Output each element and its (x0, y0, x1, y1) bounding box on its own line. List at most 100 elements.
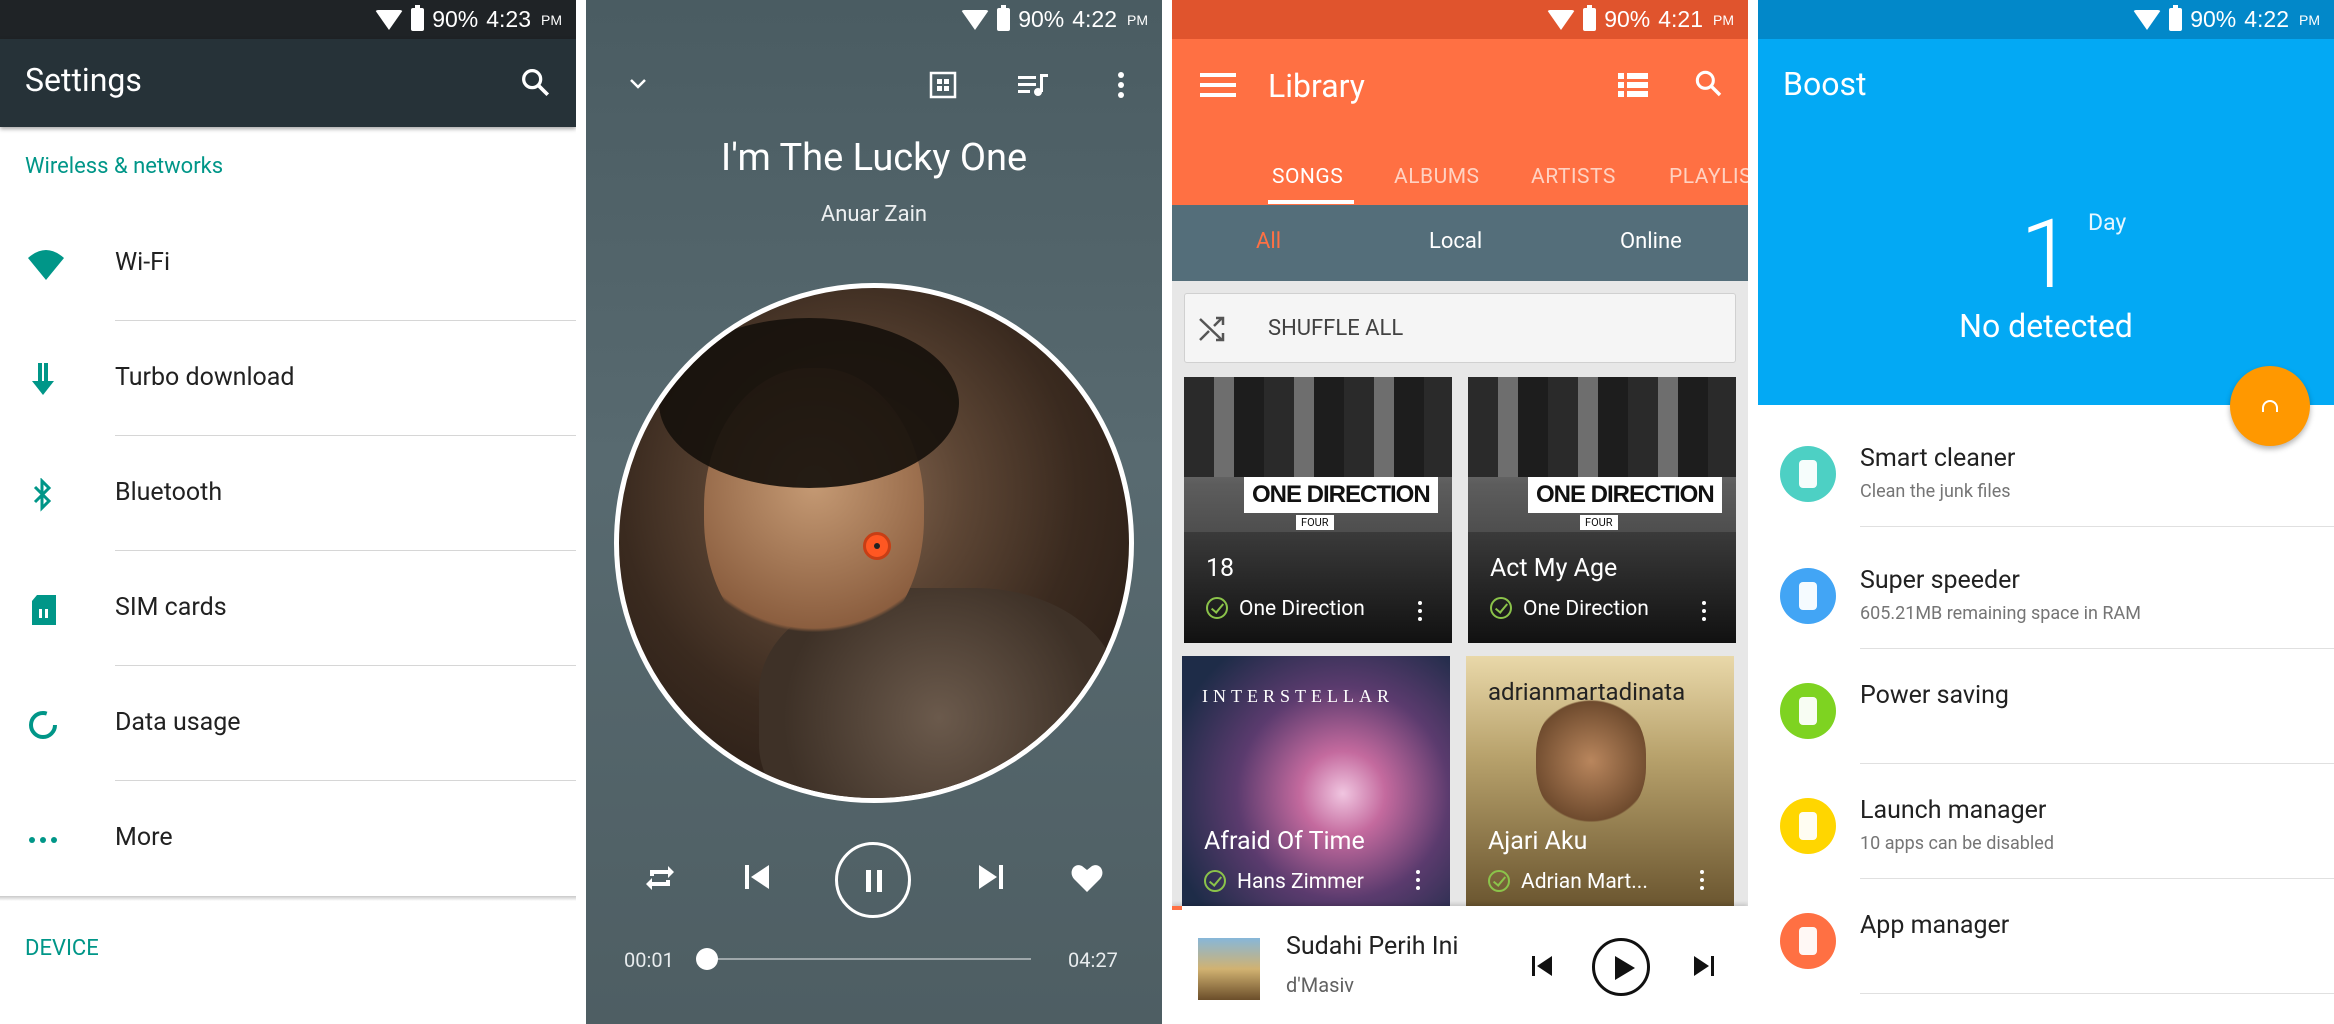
section-shadow (0, 896, 576, 901)
boost-screen: 90% 4:22 PM Boost 1 Day No detected Smart… (1758, 0, 2334, 1024)
settings-item-bluetooth[interactable]: Bluetooth (0, 436, 576, 551)
song-name: 18 (1206, 554, 1235, 583)
card-menu-icon[interactable] (1418, 609, 1422, 613)
grid-view-icon[interactable] (928, 70, 958, 100)
previous-icon[interactable] (742, 862, 772, 892)
hamburger-menu-icon[interactable] (1200, 71, 1236, 99)
settings-item-label: Bluetooth (115, 478, 223, 507)
album-cover-photo (1184, 377, 1452, 477)
clock-ampm: PM (1713, 11, 1734, 28)
boost-item-power-saving[interactable]: Power saving (1758, 649, 2334, 764)
next-icon[interactable] (1692, 954, 1716, 978)
album-card[interactable]: ONE DIRECTION FOUR 18 One Direction (1184, 377, 1452, 643)
wifi-signal-icon (1547, 9, 1576, 30)
settings-item-sim-cards[interactable]: SIM cards (0, 551, 576, 666)
song-artist: Anuar Zain (820, 202, 928, 227)
boost-item-app-manager[interactable]: App manager (1758, 879, 2334, 994)
battery-percent: 90% (1018, 6, 1065, 32)
section-header-device: DEVICE (25, 936, 99, 961)
song-artist: Adrian Mart... (1521, 870, 1648, 894)
play-button[interactable] (1592, 938, 1650, 996)
card-menu-icon[interactable] (1702, 609, 1706, 613)
section-header-wireless: Wireless & networks (25, 154, 224, 179)
tab-albums[interactable]: ALBUMS (1394, 165, 1480, 189)
filter-local[interactable]: Local (1429, 229, 1482, 254)
settings-item-label: SIM cards (115, 593, 227, 622)
battery-percent: 90% (1604, 6, 1651, 32)
collapse-chevron-icon[interactable] (626, 72, 650, 96)
page-title: Library (1268, 67, 1365, 105)
shuffle-all-button[interactable]: SHUFFLE ALL (1184, 293, 1736, 363)
status-bar: 90% 4:21 PM (1172, 0, 1748, 39)
settings-item-wifi[interactable]: Wi-Fi (0, 206, 576, 321)
boost-item-launch-manager[interactable]: Launch manager 10 apps can be disabled (1758, 764, 2334, 879)
bluetooth-icon (26, 478, 60, 512)
tab-playlists[interactable]: PLAYLIS (1669, 165, 1748, 189)
settings-item-more[interactable]: More (0, 781, 576, 896)
item-subtitle: 10 apps can be disabled (1860, 833, 2054, 854)
album-cover-shade (1468, 532, 1736, 643)
boost-item-smart-cleaner[interactable]: Smart cleaner Clean the junk files (1758, 412, 2334, 527)
tab-artists[interactable]: ARTISTS (1531, 165, 1616, 189)
tab-bar: SONGS ALBUMS ARTISTS PLAYLIS (1172, 151, 1748, 205)
app-bar: Library SONGS ALBUMS ARTISTS PLAYLIS (1172, 39, 1748, 205)
search-icon[interactable] (518, 65, 552, 99)
status-bar: 90% 4:22 PM (1758, 0, 2334, 39)
battery-saver-icon (1780, 683, 1836, 739)
queue-icon[interactable] (1016, 70, 1050, 100)
search-icon[interactable] (1692, 67, 1724, 99)
rocket-icon (1780, 568, 1836, 624)
item-title: App manager (1860, 911, 2010, 940)
wifi-signal-icon (2133, 9, 2162, 30)
sim-card-icon (26, 593, 60, 627)
album-art-hair (659, 318, 959, 488)
album-cover-logo: ONE DIRECTION (1528, 477, 1722, 513)
settings-item-data-usage[interactable]: Data usage (0, 666, 576, 781)
album-card[interactable]: ONE DIRECTION FOUR Act My Age One Direct… (1468, 377, 1736, 643)
pause-button[interactable] (835, 842, 911, 918)
status-bar: 90% 4:22 PM (586, 0, 1162, 39)
favorite-heart-icon[interactable] (1070, 862, 1104, 894)
tab-songs[interactable]: SONGS (1272, 165, 1343, 189)
item-title: Launch manager (1860, 796, 2047, 825)
music-library-screen: 90% 4:21 PM Library SONGS ALBUMS ARTISTS … (1172, 0, 1748, 1024)
battery-icon (2169, 5, 2183, 31)
battery-icon (411, 5, 425, 31)
item-title: Super speeder (1860, 566, 2020, 595)
mini-album-art (1198, 938, 1260, 1000)
downloaded-check-icon (1490, 597, 1512, 619)
song-name: Afraid Of Time (1204, 827, 1365, 856)
next-icon[interactable] (976, 862, 1006, 892)
seek-bar[interactable] (706, 958, 1031, 960)
data-usage-icon (26, 708, 60, 742)
repeat-icon[interactable] (644, 862, 676, 894)
downloaded-check-icon (1206, 597, 1228, 619)
mini-player[interactable]: Sudahi Perih Ini d'Masiv (1172, 906, 1748, 1024)
clock-ampm: PM (1127, 11, 1148, 28)
filter-all[interactable]: All (1256, 229, 1281, 254)
item-title: Power saving (1860, 681, 2009, 710)
card-menu-icon[interactable] (1416, 878, 1420, 882)
album-card[interactable]: adrianmartadinata Ajari Aku Adrian Mart.… (1466, 656, 1734, 906)
album-art-disc (614, 283, 1134, 803)
now-playing-title: Sudahi Perih Ini (1286, 932, 1459, 961)
album-card[interactable]: INTERSTELLAR Afraid Of Time Hans Zimmer (1182, 656, 1450, 906)
now-playing-artist: d'Masiv (1286, 973, 1354, 997)
settings-item-label: Turbo download (115, 363, 295, 392)
battery-percent: 90% (432, 6, 479, 32)
overflow-menu-icon[interactable] (1116, 70, 1126, 100)
song-title: I'm The Lucky One (720, 136, 1028, 180)
list-view-icon[interactable] (1618, 71, 1648, 99)
song-name: Ajari Aku (1488, 827, 1588, 856)
boost-item-super-speeder[interactable]: Super speeder 605.21MB remaining space i… (1758, 534, 2334, 649)
settings-item-label: Data usage (115, 708, 241, 737)
screenshot-collage: 90% 4:23 PM Settings Wireless & networks … (0, 0, 2334, 1024)
card-menu-icon[interactable] (1700, 878, 1704, 882)
seek-knob[interactable] (696, 948, 718, 970)
wifi-icon (26, 248, 64, 282)
settings-item-turbo-download[interactable]: Turbo download (0, 321, 576, 436)
filter-online[interactable]: Online (1620, 229, 1682, 254)
settings-item-label: Wi-Fi (115, 248, 171, 277)
previous-icon[interactable] (1530, 954, 1554, 978)
album-cover-figure (1536, 696, 1646, 826)
